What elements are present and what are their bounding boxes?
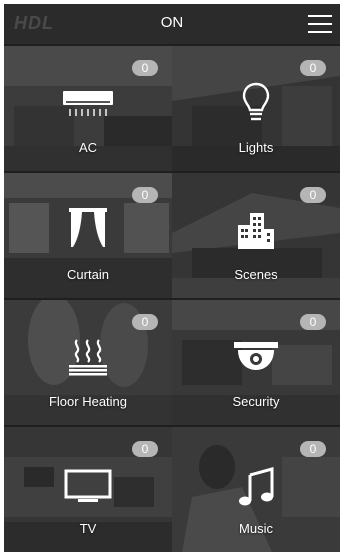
music-note-icon <box>238 467 274 512</box>
tile-tv[interactable]: 0 TV <box>4 427 172 552</box>
tile-floor-heating[interactable]: 0 Floor Heating <box>4 300 172 425</box>
device-count-badge: 0 <box>300 187 326 203</box>
hamburger-icon <box>308 31 332 33</box>
buildings-icon <box>236 211 276 254</box>
security-camera-icon <box>232 340 280 377</box>
tile-label: Music <box>239 521 273 536</box>
tile-lights[interactable]: 0 Lights <box>172 46 340 171</box>
device-count-badge: 0 <box>132 314 158 330</box>
device-count-badge: 0 <box>132 60 158 76</box>
tile-security[interactable]: 0 Security <box>172 300 340 425</box>
hamburger-icon <box>308 15 332 17</box>
menu-button[interactable] <box>308 14 332 34</box>
air-conditioner-icon <box>62 90 114 123</box>
tile-label: Lights <box>238 140 274 155</box>
page-title: ON <box>160 14 184 31</box>
floor-heating-icon <box>68 338 108 381</box>
category-grid: 0 AC 0 Lights 0 Curtain 0 Scenes 0 Floor… <box>4 46 340 552</box>
tile-curtain[interactable]: 0 Curtain <box>4 173 172 298</box>
device-count-badge: 0 <box>132 441 158 457</box>
device-count-badge: 0 <box>300 60 326 76</box>
tile-scenes[interactable]: 0 Scenes <box>172 173 340 298</box>
curtain-icon <box>68 207 108 254</box>
tile-label: Floor Heating <box>48 394 128 409</box>
tile-label: Curtain <box>67 267 109 282</box>
tile-label: Scenes <box>234 267 278 282</box>
device-count-badge: 0 <box>132 187 158 203</box>
device-count-badge: 0 <box>300 441 326 457</box>
tile-label: AC <box>78 140 98 155</box>
tile-label: TV <box>79 521 97 536</box>
tv-icon <box>64 469 112 508</box>
device-count-badge: 0 <box>300 314 326 330</box>
app-frame: HDL ON 0 AC 0 Lights 0 Curtain 0 Scenes … <box>4 4 340 552</box>
tile-music[interactable]: 0 Music <box>172 427 340 552</box>
top-bar: HDL ON <box>4 4 340 44</box>
tile-label: Security <box>232 394 280 409</box>
lightbulb-icon <box>242 82 270 129</box>
tile-ac[interactable]: 0 AC <box>4 46 172 171</box>
hamburger-icon <box>308 23 332 25</box>
